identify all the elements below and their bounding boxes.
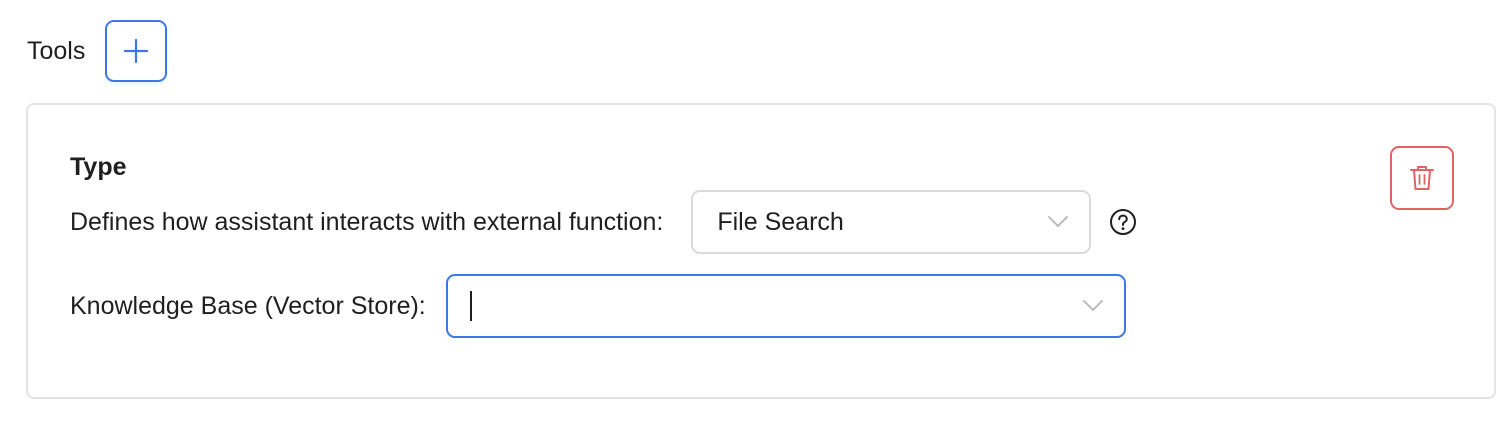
trash-icon xyxy=(1410,166,1434,190)
type-heading: Type xyxy=(70,153,127,181)
type-select[interactable]: File Search xyxy=(691,190,1092,254)
type-row: Defines how assistant interacts with ext… xyxy=(70,190,1137,254)
tools-label: Tools xyxy=(27,36,86,65)
chevron-down-icon xyxy=(1082,300,1103,311)
page: Tools Type Defines how assistant interac… xyxy=(0,0,1512,430)
knowledge-base-row: Knowledge Base (Vector Store): xyxy=(70,274,1126,338)
knowledge-base-label: Knowledge Base (Vector Store): xyxy=(70,291,426,320)
tools-header: Tools xyxy=(27,20,168,82)
delete-tool-button[interactable] xyxy=(1390,146,1454,210)
question-circle-icon[interactable] xyxy=(1109,208,1137,236)
text-caret xyxy=(469,291,472,321)
chevron-down-icon xyxy=(1048,216,1069,227)
type-field-label: Defines how assistant interacts with ext… xyxy=(70,207,664,236)
tool-card: Type Defines how assistant interacts wit… xyxy=(26,103,1496,399)
add-tool-button[interactable] xyxy=(105,20,168,82)
plus-icon xyxy=(124,38,149,64)
knowledge-base-select[interactable] xyxy=(445,274,1126,338)
type-select-value: File Search xyxy=(717,207,844,236)
